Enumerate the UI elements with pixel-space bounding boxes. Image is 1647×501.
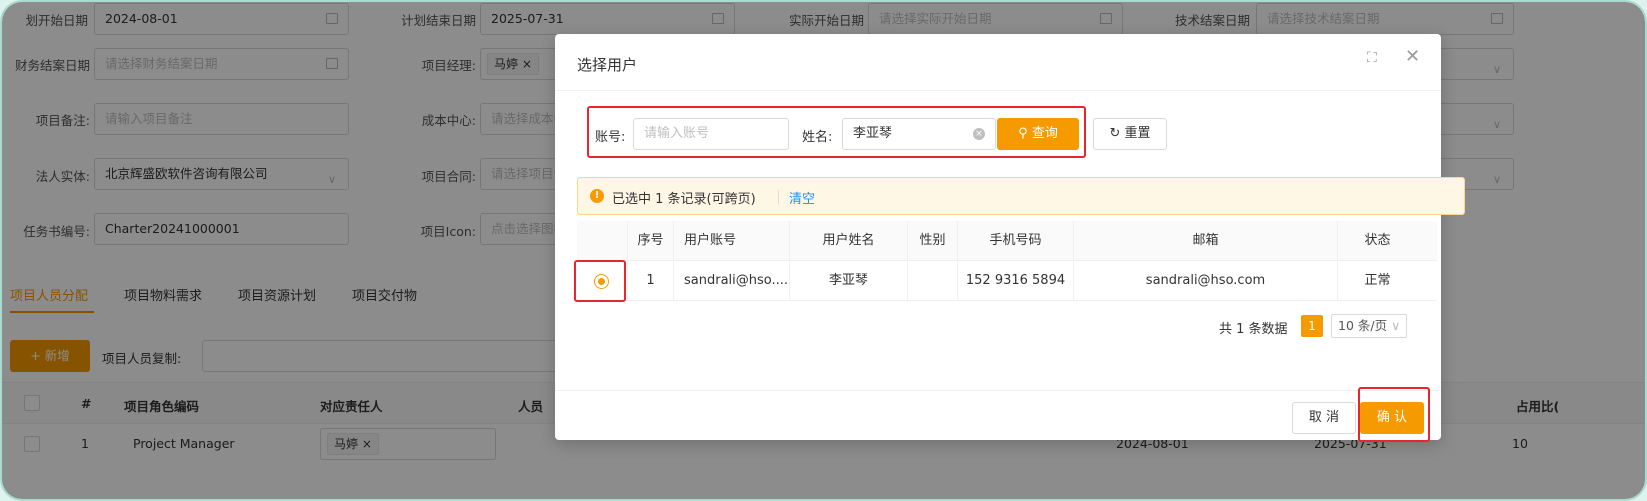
col-email: 邮箱 — [1073, 221, 1337, 261]
name-label: 姓名: — [802, 130, 833, 145]
cell-status: 正常 — [1337, 261, 1417, 301]
select-user-modal: 选择用户 ⛶ ✕ 账号: 请输入账号 姓名: 李亚琴 × ⚲ 查询 ↻ 重置 ! … — [555, 34, 1465, 442]
reset-icon: ↻ — [1109, 126, 1125, 141]
confirm-highlight — [1358, 387, 1430, 442]
reset-label: 重置 — [1124, 126, 1151, 141]
col-select — [577, 221, 627, 261]
radio-highlight — [574, 260, 626, 302]
cell-account: sandrali@hso.... — [673, 261, 789, 301]
col-status: 状态 — [1337, 221, 1417, 261]
query-button[interactable]: ⚲ 查询 — [997, 118, 1079, 150]
modal-footer-divider — [555, 390, 1441, 391]
info-icon: ! — [590, 189, 604, 203]
query-label: 查询 — [1031, 126, 1058, 141]
col-name: 用户姓名 — [789, 221, 907, 261]
chevron-down-icon: ∨ — [1391, 318, 1401, 333]
modal-header-divider — [555, 90, 1441, 91]
selection-alert: ! 已选中 1 条记录(可跨页) 清空 — [577, 177, 1465, 215]
col-account: 用户账号 — [673, 221, 789, 261]
col-gender: 性别 — [907, 221, 957, 261]
account-input[interactable]: 请输入账号 — [633, 118, 789, 150]
account-label: 账号: — [595, 130, 626, 145]
col-seq: 序号 — [627, 221, 673, 261]
cell-seq: 1 — [627, 261, 673, 301]
page-size-value: 10 条/页 — [1338, 318, 1388, 333]
cell-name: 李亚琴 — [789, 261, 907, 301]
total-count: 共 1 条数据 — [1219, 322, 1288, 337]
search-icon: ⚲ — [1018, 126, 1032, 141]
cell-phone: 152 9316 5894 — [957, 261, 1073, 301]
page-size-select[interactable]: 10 条/页 ∨ — [1331, 314, 1408, 338]
alert-divider — [778, 190, 779, 204]
reset-button[interactable]: ↻ 重置 — [1093, 118, 1167, 150]
cell-gender — [907, 261, 957, 301]
name-input[interactable]: 李亚琴 × — [842, 118, 996, 150]
screen-frame: 划开始日期 2024-08-01 计划结束日期 2025-07-31 实际开始日… — [0, 0, 1647, 501]
name-value: 李亚琴 — [853, 126, 893, 141]
modal-title: 选择用户 — [577, 56, 638, 74]
col-phone: 手机号码 — [957, 221, 1073, 261]
alert-text: 已选中 1 条记录(可跨页) — [612, 192, 756, 207]
clear-selection-link[interactable]: 清空 — [789, 188, 815, 207]
close-icon[interactable]: ✕ — [1405, 46, 1420, 67]
fullscreen-icon[interactable]: ⛶ — [1367, 50, 1377, 66]
page-1-button[interactable]: 1 — [1301, 315, 1323, 337]
cancel-button[interactable]: 取 消 — [1292, 402, 1356, 434]
table-row[interactable]: 1 sandrali@hso.... 李亚琴 152 9316 5894 san… — [577, 261, 1437, 301]
cell-email: sandrali@hso.com — [1073, 261, 1337, 301]
account-placeholder: 请输入账号 — [644, 126, 710, 141]
user-table-header: 序号 用户账号 用户姓名 性别 手机号码 邮箱 状态 — [577, 221, 1437, 261]
clear-icon[interactable]: × — [973, 128, 985, 140]
